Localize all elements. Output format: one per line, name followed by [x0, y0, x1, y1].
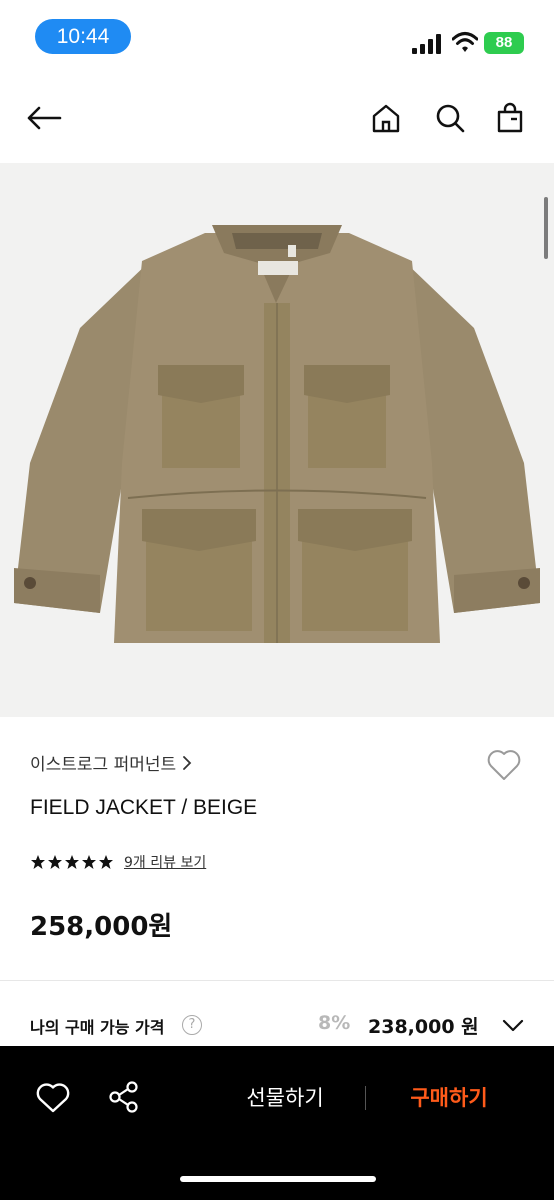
- search-button[interactable]: [432, 100, 468, 136]
- my-price-row[interactable]: 나의 구매 가능 가격 ? 8% 238,000 원: [30, 1012, 524, 1042]
- rating-row: 9개 리뷰 보기: [30, 852, 206, 872]
- nav-bar: [0, 80, 554, 162]
- status-bar: 10:44 88: [0, 0, 554, 78]
- my-price-label: 나의 구매 가능 가격: [30, 1018, 165, 1037]
- help-icon[interactable]: ?: [182, 1015, 202, 1035]
- buy-button[interactable]: 구매하기: [386, 1078, 512, 1118]
- home-button[interactable]: [368, 100, 404, 136]
- wishlist-heart-icon[interactable]: [36, 1082, 70, 1114]
- star-icon: [99, 855, 113, 869]
- chevron-down-icon[interactable]: [502, 1016, 524, 1034]
- scroll-indicator: [544, 197, 548, 259]
- shopping-bag-icon: [497, 102, 523, 133]
- field-jacket-image: [14, 225, 540, 643]
- brand-link[interactable]: 이스트로그 퍼머넌트: [30, 750, 192, 775]
- home-icon: [372, 104, 400, 133]
- discount-price: 238,000 원: [368, 1016, 479, 1038]
- product-price: 258,000원: [30, 912, 173, 942]
- home-indicator: [180, 1176, 376, 1182]
- star-icon: [31, 855, 45, 869]
- discount-rate: 8%: [318, 1012, 351, 1034]
- divider: [0, 980, 554, 981]
- cart-button[interactable]: [492, 100, 528, 136]
- star-icon: [82, 855, 96, 869]
- product-image[interactable]: [0, 163, 554, 717]
- star-icon: [65, 855, 79, 869]
- chevron-right-icon: [183, 755, 192, 770]
- status-time: 10:44: [35, 19, 131, 54]
- signal-icon: [412, 34, 441, 54]
- battery-indicator: 88: [484, 32, 524, 54]
- action-separator: [365, 1086, 366, 1110]
- star-rating: [30, 854, 114, 870]
- search-icon: [436, 104, 465, 133]
- review-link[interactable]: 9개 리뷰 보기: [124, 852, 206, 872]
- arrow-left-icon: [27, 106, 62, 130]
- gift-button[interactable]: 선물하기: [220, 1078, 350, 1118]
- share-icon[interactable]: [108, 1080, 140, 1114]
- wifi-icon: [452, 32, 478, 52]
- back-button[interactable]: [26, 100, 62, 136]
- brand-name: 이스트로그 퍼머넌트: [30, 755, 177, 775]
- heart-icon[interactable]: [486, 748, 522, 782]
- product-title: FIELD JACKET / BEIGE: [30, 796, 258, 819]
- bottom-action-bar: 선물하기 구매하기: [0, 1046, 554, 1200]
- star-icon: [48, 855, 62, 869]
